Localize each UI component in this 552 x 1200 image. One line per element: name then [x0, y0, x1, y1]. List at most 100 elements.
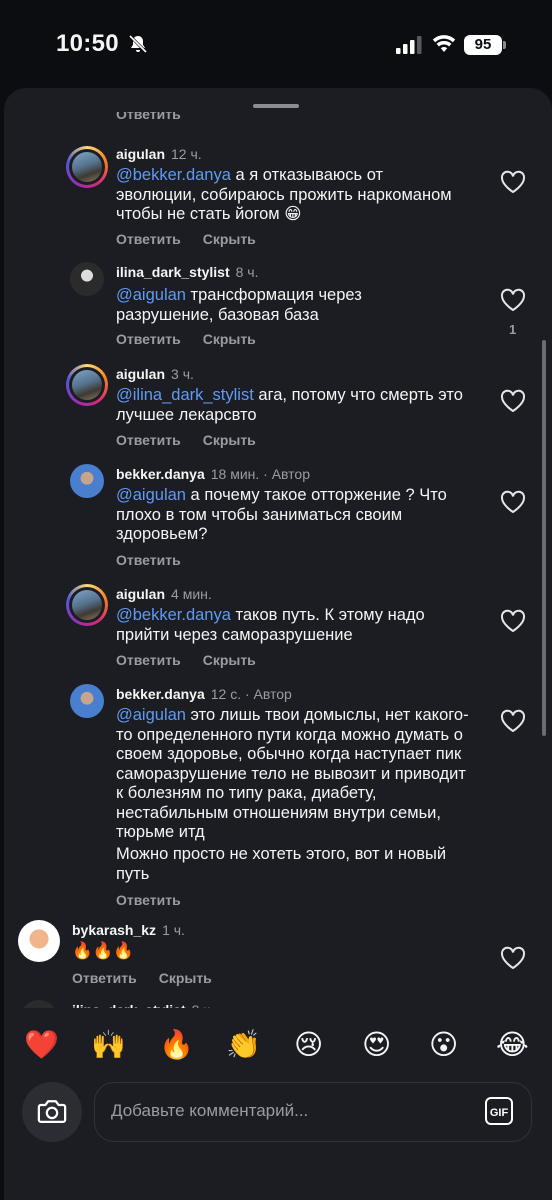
comment-item: aigulan 4 мин. @bekker.danya таков путь. …	[4, 582, 552, 674]
reply-button[interactable]: Ответить	[116, 432, 181, 448]
comment-item: bykarash_kz 1 ч. 🔥🔥🔥 Ответить Скрыть	[4, 918, 552, 992]
comment-username[interactable]: bekker.danya	[116, 686, 205, 702]
comment-input[interactable]: Добавьте комментарий... GIF	[94, 1082, 532, 1142]
status-time: 10:50	[56, 30, 119, 57]
battery-icon: 95	[464, 35, 502, 55]
camera-icon	[37, 1100, 67, 1123]
gif-icon[interactable]: GIF	[485, 1097, 513, 1125]
hide-button[interactable]: Скрыть	[203, 331, 256, 347]
comment-actions: Ответить Скрыть	[116, 331, 278, 347]
avatar[interactable]	[66, 364, 108, 406]
hide-button[interactable]: Скрыть	[203, 231, 256, 247]
comment-mention[interactable]: @aigulan	[116, 486, 186, 504]
comment-mention[interactable]: @bekker.danya	[116, 606, 231, 624]
comment-meta: bekker.danya 18 мин. · Автор	[116, 466, 310, 482]
hide-button[interactable]: Скрыть	[203, 432, 256, 448]
comment-text-second-paragraph: Можно просто не хотеть этого, вот и новы…	[116, 845, 447, 883]
emoji-heart[interactable]: ❤️	[24, 1028, 59, 1061]
avatar[interactable]	[66, 146, 108, 188]
comment-actions: Ответить Скрыть	[116, 432, 278, 448]
reply-button-partial[interactable]: Ответить	[116, 112, 181, 122]
comment-mention[interactable]: @ilina_dark_stylist	[116, 386, 254, 404]
reply-button[interactable]: Ответить	[116, 231, 181, 247]
emoji-reaction-bar: ❤️ 🙌 🔥 👏 😢 😍 😮 😂	[4, 1008, 552, 1078]
sheet-drag-handle[interactable]	[253, 104, 299, 108]
reply-button[interactable]: Ответить	[116, 331, 181, 347]
heart-icon[interactable]	[500, 946, 526, 970]
comment-actions: Ответить	[116, 552, 203, 568]
comment-mention[interactable]: @aigulan	[116, 286, 186, 304]
reply-button[interactable]: Ответить	[116, 552, 181, 568]
comment-meta: bekker.danya 12 с. · Автор	[116, 686, 292, 702]
comment-text: 🔥🔥🔥	[72, 942, 134, 960]
reply-button[interactable]: Ответить	[116, 892, 181, 908]
heart-icon[interactable]	[500, 709, 526, 733]
bell-off-icon	[128, 34, 148, 54]
comment-time: 8 ч.	[235, 264, 259, 280]
comment-meta: aigulan 3 ч.	[116, 366, 194, 382]
comment-mention[interactable]: @aigulan	[116, 706, 186, 724]
comments-sheet[interactable]: Ответить aigulan 12 ч. @bekker.danya а я …	[4, 88, 552, 1200]
emoji-cry[interactable]: 😢	[294, 1028, 323, 1061]
reply-button[interactable]: Ответить	[116, 652, 181, 668]
hide-button[interactable]: Скрыть	[159, 970, 212, 986]
comment-text: @aigulan трансформация через разрушение,…	[116, 286, 362, 324]
comment-username[interactable]: aigulan	[116, 586, 165, 602]
avatar[interactable]	[70, 464, 104, 498]
comment-username[interactable]: aigulan	[116, 146, 165, 162]
heart-icon[interactable]	[500, 389, 526, 413]
heart-icon[interactable]	[500, 170, 526, 194]
emoji-surprised[interactable]: 😮	[429, 1028, 458, 1061]
comment-text: @aigulan а почему такое отторжение ? Что…	[116, 486, 447, 543]
reply-button[interactable]: Ответить	[72, 970, 137, 986]
emoji-fire[interactable]: 🔥	[159, 1028, 194, 1061]
avatar[interactable]	[66, 584, 108, 626]
comment-actions: Ответить Скрыть	[116, 231, 278, 247]
hide-button[interactable]: Скрыть	[203, 652, 256, 668]
comment-time: 12 с. · Автор	[210, 686, 292, 702]
emoji-raised-hands[interactable]: 🙌	[91, 1028, 126, 1061]
comment-item: aigulan 12 ч. @bekker.danya а я отказываю…	[4, 142, 552, 254]
comment-actions: Ответить Скрыть	[72, 970, 234, 986]
comment-item: bekker.danya 18 мин. · Автор @aigulan а п…	[4, 462, 552, 574]
comment-time: 4 мин.	[171, 586, 212, 602]
comment-actions: Ответить	[116, 892, 203, 908]
emoji-heart-eyes[interactable]: 😍	[362, 1028, 391, 1061]
comment-time: 18 мин. · Автор	[210, 466, 310, 482]
comment-item: aigulan 3 ч. @ilina_dark_stylist ага, пот…	[4, 362, 552, 454]
comment-composer: Добавьте комментарий... GIF	[4, 1078, 552, 1200]
comment-meta: aigulan 4 мин.	[116, 586, 212, 602]
comment-text: @bekker.danya а я отказываюсь от эволюци…	[116, 166, 452, 223]
comment-actions: Ответить Скрыть	[116, 652, 278, 668]
comment-mention[interactable]: @bekker.danya	[116, 166, 231, 184]
camera-button[interactable]	[22, 1082, 82, 1142]
heart-icon[interactable]	[500, 609, 526, 633]
emoji-clap[interactable]: 👏	[226, 1028, 261, 1061]
comment-text: @ilina_dark_stylist ага, потому что смер…	[116, 386, 463, 424]
avatar[interactable]	[18, 920, 60, 962]
comment-meta: ilina_dark_stylist 8 ч.	[116, 264, 258, 280]
like-count: 1	[509, 322, 517, 337]
comment-time: 1 ч.	[162, 922, 185, 938]
comment-username[interactable]: bykarash_kz	[72, 922, 156, 938]
comment-item: bekker.danya 12 с. · Автор @aigulan это л…	[4, 682, 552, 912]
comment-username[interactable]: bekker.danya	[116, 466, 205, 482]
heart-icon[interactable]	[500, 288, 526, 312]
comment-username[interactable]: aigulan	[116, 366, 165, 382]
status-bar: 10:50 95	[0, 0, 552, 88]
comment-time: 12 ч.	[171, 146, 202, 162]
avatar[interactable]	[70, 262, 104, 296]
wifi-icon	[432, 35, 456, 52]
comment-username[interactable]: ilina_dark_stylist	[116, 264, 230, 280]
battery-tip	[503, 41, 506, 49]
comment-text: @aigulan это лишь твои домыслы, нет како…	[116, 706, 469, 841]
comment-meta: aigulan 12 ч.	[116, 146, 202, 162]
comment-meta: bykarash_kz 1 ч.	[72, 922, 185, 938]
comment-time: 3 ч.	[171, 366, 194, 382]
signal-icon	[396, 36, 422, 54]
emoji-laugh[interactable]: 😂	[496, 1028, 529, 1061]
avatar[interactable]	[70, 684, 104, 718]
heart-icon[interactable]	[500, 490, 526, 514]
comment-item: ilina_dark_stylist 8 ч. @aigulan трансфор…	[4, 260, 552, 352]
comment-input-placeholder: Добавьте комментарий...	[111, 1101, 309, 1120]
